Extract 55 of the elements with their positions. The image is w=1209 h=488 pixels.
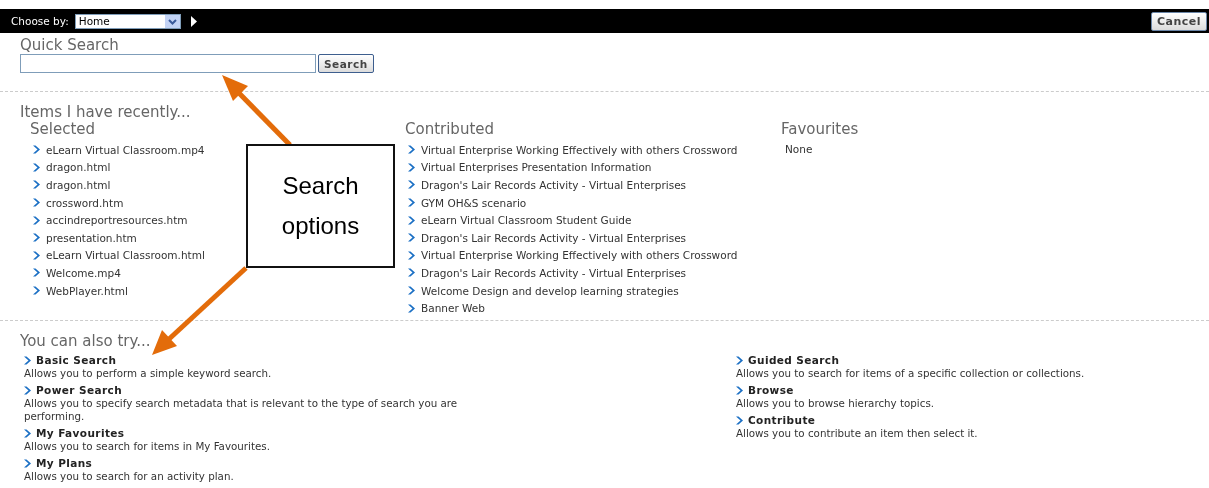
chevron-icon [24, 355, 31, 365]
choose-by-label: Choose by: [11, 15, 69, 27]
play-icon[interactable] [190, 15, 197, 27]
option-description: Allows you to search for items of a specific collection or collections. [736, 366, 1086, 380]
chevron-icon [24, 458, 31, 468]
recent-item-link[interactable]: Dragon's Lair Records Activity - Virtual Enterprises [405, 264, 687, 282]
option-description: Allows you to search for an activity plan. [24, 469, 235, 483]
recent-heading: Items I have recently... [20, 103, 191, 121]
recent-item-link[interactable]: eLearn Virtual Classroom.mp4 [30, 141, 205, 159]
recent-item-link[interactable]: Virtual Enterprise Working Effectively with others Crossword [405, 141, 738, 159]
recent-item-link[interactable]: Virtual Enterprise Working Effectively with others Crossword [405, 246, 738, 265]
chevron-icon [24, 385, 31, 395]
chevron-icon [24, 428, 31, 438]
option-description: Allows you to specify search metadata that is relevant to the type of search you are performing. [24, 396, 459, 423]
search-option-link[interactable]: Contribute [736, 413, 816, 427]
search-option-link[interactable]: Basic Search [24, 353, 117, 367]
recent-item-link[interactable]: Virtual Enterprises Presentation Information [405, 158, 652, 177]
option-description: Allows you to browse hierarchy topics. [736, 396, 936, 410]
recent-item-link[interactable]: Welcome.mp4 [30, 264, 121, 282]
callout-box: Search options [246, 144, 395, 268]
recent-item-link[interactable]: dragon.html [30, 176, 111, 194]
search-option-link[interactable]: Browse [736, 383, 794, 397]
recent-item-link[interactable]: eLearn Virtual Classroom.html [30, 246, 205, 265]
option-description: Allows you to perform a simple keyword search. [24, 366, 273, 380]
recent-item-link[interactable]: Banner Web [405, 299, 485, 317]
recent-item-link[interactable]: Dragon's Lair Records Activity - Virtual Enterprises [405, 228, 687, 247]
recent-item-link[interactable]: presentation.htm [30, 228, 137, 247]
empty-text: None [784, 142, 813, 157]
recent-item-link[interactable]: crossword.htm [30, 193, 124, 212]
chevron-icon [736, 385, 743, 395]
recent-item-link[interactable]: Welcome Design and develop learning strategies [405, 281, 679, 300]
recent-item-link[interactable]: GYM OH&S scenario [405, 193, 527, 212]
quick-search-heading: Quick Search [20, 36, 119, 54]
chevron-icon [736, 415, 743, 425]
recent-item-link[interactable]: WebPlayer.html [30, 281, 128, 300]
option-description: Allows you to search for items in My Favourites. [24, 439, 271, 453]
search-option-link[interactable]: Power Search [24, 383, 122, 397]
recent-item-link[interactable]: accindreportresources.htm [30, 211, 188, 229]
search-button[interactable]: Search [318, 54, 374, 73]
also-try-heading: You can also try... [20, 331, 151, 350]
callout-arrow [222, 75, 292, 147]
column-heading: Contributed [405, 120, 495, 138]
column-heading: Selected [30, 120, 96, 138]
recent-item-link[interactable]: Dragon's Lair Records Activity - Virtual Enterprises [405, 176, 687, 194]
recent-item-link[interactable]: eLearn Virtual Classroom Student Guide [405, 211, 632, 229]
column-heading: Favourites [781, 120, 859, 138]
cancel-button[interactable]: Cancel [1150, 11, 1207, 31]
choose-by-dropdown[interactable]: Home [74, 13, 181, 29]
search-field[interactable] [20, 54, 316, 73]
search-option-link[interactable]: Guided Search [736, 353, 840, 367]
search-option-link[interactable]: My Plans [24, 456, 93, 470]
chevron-icon [736, 355, 743, 365]
search-option-link[interactable]: My Favourites [24, 426, 125, 440]
option-description: Allows you to contribute an item then select it. [736, 426, 979, 440]
recent-item-link[interactable]: dragon.html [30, 158, 111, 177]
